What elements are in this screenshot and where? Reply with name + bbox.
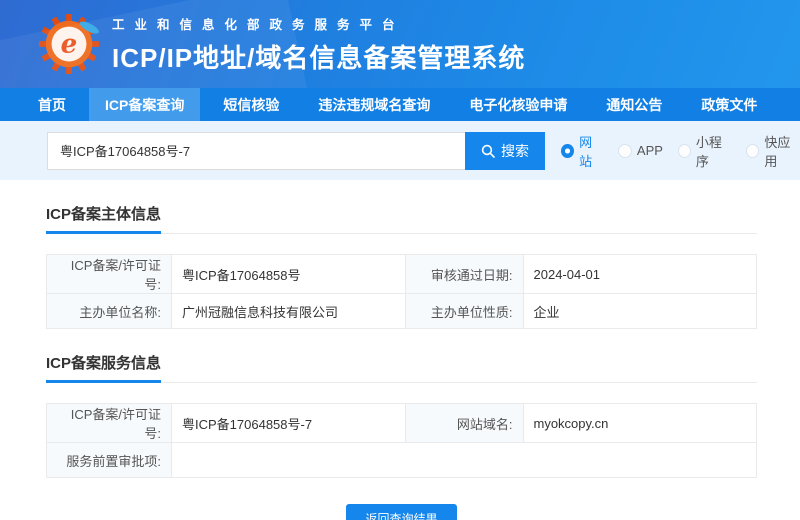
field-label: ICP备案/许可证号:: [46, 254, 172, 294]
field-label: 主办单位性质:: [404, 293, 524, 329]
section-title: ICP备案服务信息: [46, 352, 162, 383]
field-label: ICP备案/许可证号:: [46, 403, 172, 443]
section-service-info-header: ICP备案服务信息: [46, 352, 757, 383]
service-info-table: ICP备案/许可证号: 粤ICP备17064858号-7 网站域名: myokc…: [46, 403, 757, 478]
radio-unselected-icon: [677, 143, 691, 158]
table-row: ICP备案/许可证号: 粤ICP备17064858号 审核通过日期: 2024-…: [46, 254, 757, 294]
table-row: 服务前置审批项:: [46, 442, 757, 478]
search-button[interactable]: 搜索: [464, 131, 546, 170]
field-value: 粤ICP备17064858号-7: [171, 403, 406, 443]
field-label: 网站域名:: [404, 403, 524, 443]
radio-quickapp[interactable]: 快应用: [746, 132, 800, 170]
search-button-label: 搜索: [500, 142, 529, 159]
nav-item-home[interactable]: 首页: [22, 88, 82, 121]
system-title: ICP/IP地址/域名信息备案管理系统: [112, 42, 526, 73]
subject-info-table: ICP备案/许可证号: 粤ICP备17064858号 审核通过日期: 2024-…: [46, 254, 757, 329]
nav-item-notices[interactable]: 通知公告: [590, 88, 678, 121]
nav-item-policy-docs[interactable]: 政策文件: [685, 88, 773, 121]
radio-selected-icon: [561, 143, 575, 158]
nav-item-icp-query[interactable]: ICP备案查询: [89, 88, 201, 121]
search-type-radio-group: 网站 APP 小程序 快应用: [561, 132, 800, 170]
field-label: 主办单位名称:: [46, 293, 172, 329]
field-value: 2024-04-01: [522, 254, 757, 294]
radio-app[interactable]: APP: [617, 143, 663, 158]
nav-item-illegal-domain-query[interactable]: 违法违规域名查询: [302, 88, 446, 121]
field-value: 粤ICP备17064858号: [171, 254, 406, 294]
section-title: ICP备案主体信息: [46, 203, 162, 234]
miit-gear-logo-icon: e: [38, 13, 100, 75]
nav-item-e-verification[interactable]: 电子化核验申请: [453, 88, 583, 121]
nav-item-sms-verify[interactable]: 短信核验: [207, 88, 295, 121]
radio-miniprogram[interactable]: 小程序: [677, 132, 732, 170]
field-value: [171, 442, 757, 478]
field-label: 审核通过日期:: [404, 254, 524, 294]
main-nav: 首页 ICP备案查询 短信核验 违法违规域名查询 电子化核验申请 通知公告 政策…: [0, 88, 800, 121]
radio-unselected-icon: [746, 143, 760, 158]
field-value: 广州冠融信息科技有限公司: [171, 293, 406, 329]
svg-text:e: e: [61, 29, 78, 60]
search-band: 搜索 网站 APP 小程序 快应用: [0, 121, 800, 180]
field-value: myokcopy.cn: [522, 403, 757, 443]
content: ICP备案主体信息 ICP备案/许可证号: 粤ICP备17064858号 审核通…: [0, 203, 800, 520]
field-value: 企业: [522, 293, 757, 329]
radio-website[interactable]: 网站: [561, 132, 603, 170]
table-row: ICP备案/许可证号: 粤ICP备17064858号-7 网站域名: myokc…: [46, 403, 757, 443]
field-label: 服务前置审批项:: [46, 442, 172, 478]
back-to-results-button[interactable]: 返回查询结果: [346, 504, 457, 520]
radio-unselected-icon: [617, 143, 632, 158]
site-header: e 工业和信息化部政务服务平台 ICP/IP地址/域名信息备案管理系统: [0, 0, 800, 88]
table-row: 主办单位名称: 广州冠融信息科技有限公司 主办单位性质: 企业: [46, 293, 757, 329]
platform-title: 工业和信息化部政务服务平台: [112, 17, 405, 32]
search-input[interactable]: [47, 131, 465, 170]
search-icon: [481, 144, 495, 158]
section-subject-info-header: ICP备案主体信息: [46, 203, 757, 234]
